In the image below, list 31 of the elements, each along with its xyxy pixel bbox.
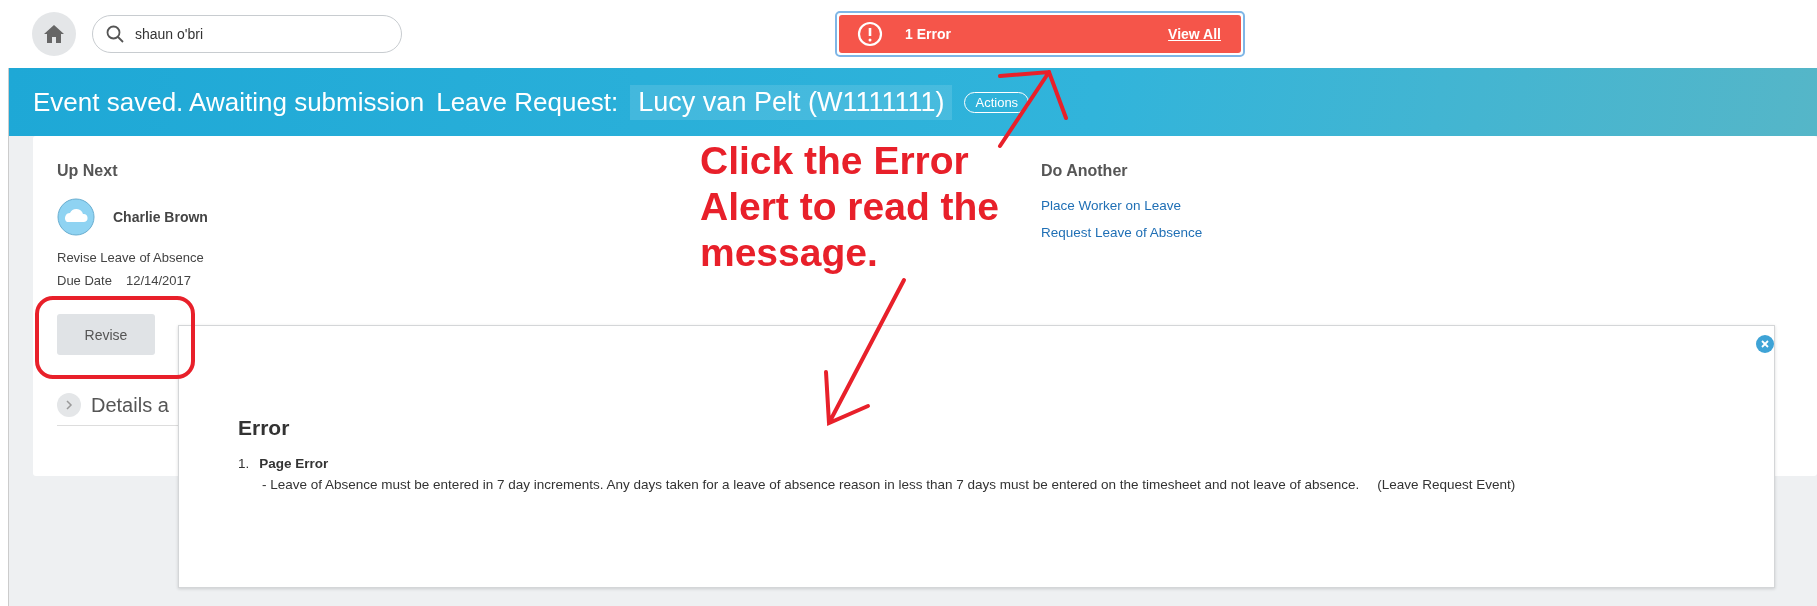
- status-text: Event saved. Awaiting submission: [33, 86, 425, 118]
- search-icon: [106, 25, 124, 43]
- due-date-label: Due Date: [57, 273, 112, 288]
- due-date: 12/14/2017: [125, 273, 191, 288]
- annotation-text: Click the Error Alert to read the message.: [700, 138, 1000, 276]
- error-message: - Leave of Absence must be entered in 7 day increments. Any days taken for a leave of absence reason in less than 7 days must be entered on the timesheet and not leave of absence.: [262, 477, 1360, 492]
- up-next-heading: Up Next: [57, 162, 118, 180]
- revise-button[interactable]: Revise: [57, 314, 155, 355]
- chevron-icon: [64, 399, 74, 411]
- cloud-avatar-icon: [57, 198, 95, 236]
- worker-name: Lucy van Pelt (W1111111): [630, 84, 953, 120]
- leave-request-label: Leave Request:: [436, 86, 619, 118]
- home-button[interactable]: [32, 12, 76, 56]
- task-link[interactable]: Request Leave of Absence: [1041, 225, 1203, 240]
- error-count: 1 Error: [905, 26, 952, 42]
- item-number: 1.: [238, 456, 250, 471]
- details-heading: Details a: [91, 393, 169, 417]
- home-icon: [43, 24, 65, 44]
- do-another-heading: Do Another: [1041, 162, 1128, 180]
- error-title: Page Error: [259, 456, 329, 471]
- exclamation-icon: [857, 21, 883, 47]
- person-name: Charlie Brown: [113, 209, 208, 225]
- task-name: Revise Leave of Absence: [57, 250, 204, 265]
- error-source: (Leave Request Event): [1377, 477, 1516, 492]
- error-heading: Error: [238, 416, 291, 440]
- search-field[interactable]: shaun o'bri: [92, 15, 402, 53]
- task-link[interactable]: Place Worker on Leave: [1041, 198, 1182, 213]
- expand-button[interactable]: [57, 393, 81, 417]
- error-alert[interactable]: 1 Error View All: [839, 15, 1241, 53]
- close-icon[interactable]: [1756, 335, 1774, 353]
- view-all-link[interactable]: View All: [1168, 26, 1221, 42]
